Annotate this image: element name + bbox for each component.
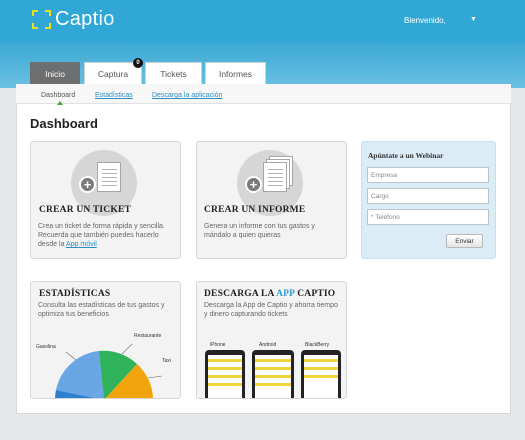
- download-app-description: Descarga la App de Captio y ahorra tiemp…: [204, 302, 338, 318]
- statistics-title[interactable]: ESTADÍSTICAS: [39, 289, 110, 299]
- ticket-document-icon: [97, 162, 121, 192]
- logo-wordmark: Captio: [55, 7, 115, 30]
- create-report-card[interactable]: +: [196, 141, 347, 259]
- captura-count-badge: 0: [133, 58, 143, 68]
- subnav-descarga[interactable]: Descarga la aplicación: [152, 92, 222, 99]
- cargo-field[interactable]: Cargo: [367, 188, 489, 204]
- tab-tickets[interactable]: Tickets: [145, 62, 202, 84]
- captio-logo[interactable]: Captio: [32, 7, 115, 31]
- user-menu-chevron-down-icon[interactable]: ▼: [470, 16, 477, 23]
- iphone-device-icon: [205, 350, 245, 398]
- expenses-pie-chart-icon: [55, 343, 163, 398]
- subnav-active-marker-icon: [57, 101, 63, 105]
- webinar-title: Apúntate a un Webinar: [368, 151, 444, 160]
- blackberry-device-icon: [301, 350, 341, 398]
- create-report-title[interactable]: CREAR UN INFORME: [204, 205, 305, 215]
- page-title: Dashboard: [30, 116, 98, 131]
- empresa-field[interactable]: Empresa: [367, 167, 489, 183]
- tab-inicio-label: Inicio: [45, 68, 65, 79]
- subnav-dashboard[interactable]: Dashboard: [41, 92, 75, 99]
- add-plus-icon: +: [79, 176, 96, 193]
- welcome-text[interactable]: Bienvenido,: [404, 16, 446, 25]
- subnav-estadisticas[interactable]: Estadísticas: [95, 92, 133, 99]
- tab-informes-label: Informes: [218, 68, 253, 79]
- create-ticket-title[interactable]: CREAR UN TICKET: [39, 205, 131, 215]
- add-plus-icon: +: [245, 176, 262, 193]
- pie-label-gasolina: Gasolina: [36, 344, 56, 350]
- tab-inicio[interactable]: Inicio: [30, 62, 80, 84]
- platform-label-blackberry: BlackBerry: [305, 342, 330, 348]
- captio-logo-mark-icon: [32, 9, 51, 29]
- report-document-icon: [263, 162, 287, 192]
- pie-label-restaurante: Restaurante: [134, 333, 162, 339]
- sub-navigation: [16, 84, 511, 104]
- tab-tickets-label: Tickets: [160, 68, 187, 79]
- platform-label-iphone: iPhone: [210, 342, 226, 348]
- pie-label-taxi: Taxi: [162, 358, 171, 364]
- create-report-description: Genera un informe con tus gastos y mánda…: [204, 223, 315, 239]
- tab-captura-label: Captura: [97, 68, 129, 79]
- app-movil-link[interactable]: App móvil: [66, 241, 97, 248]
- android-device-icon: [252, 350, 294, 398]
- telefono-field[interactable]: * Teléfono: [367, 209, 489, 225]
- tab-informes[interactable]: Informes: [205, 62, 266, 84]
- platform-label-android: Android: [259, 342, 277, 348]
- statistics-description: Consulta las estadísticas de tus gastos …: [38, 302, 165, 318]
- enviar-button[interactable]: Enviar: [446, 234, 483, 248]
- download-app-title[interactable]: DESCARGA LA APP CAPTIO: [204, 289, 335, 299]
- create-ticket-description: Crea un ticket de forma rápida y sencill…: [38, 223, 165, 248]
